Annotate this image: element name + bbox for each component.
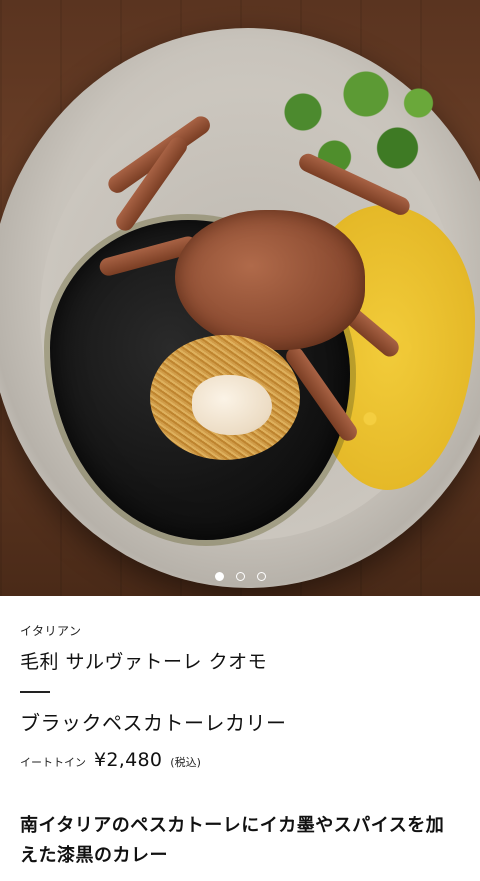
hero-image[interactable]	[0, 0, 480, 596]
item-details: イタリアン 毛利 サルヴァトーレ クオモ ブラックペスカトーレカリー イートトイ…	[0, 623, 480, 871]
price-row: イートトイン ¥2,480 (税込)	[20, 749, 460, 771]
divider	[20, 691, 50, 693]
carousel-dot-2[interactable]	[235, 572, 245, 581]
tax-note: (税込)	[170, 755, 201, 769]
carousel-indicator	[0, 572, 480, 581]
restaurant-genre: イタリアン	[20, 624, 82, 638]
kataifi-scallop	[150, 335, 300, 460]
menu-item-description: 南イタリアのペスカトーレにイカ墨やスパイスを加えた漆黒のカレー	[20, 814, 445, 866]
carousel-dot-1[interactable]	[214, 572, 224, 581]
crab-body	[175, 210, 365, 350]
eat-in-label: イートトイン	[20, 755, 86, 769]
menu-item-name: ブラックペスカトーレカリー	[20, 710, 287, 735]
carousel-dot-3[interactable]	[256, 572, 266, 581]
restaurant-name: 毛利 サルヴァトーレ クオモ	[20, 651, 268, 673]
price: ¥2,480	[94, 748, 163, 771]
